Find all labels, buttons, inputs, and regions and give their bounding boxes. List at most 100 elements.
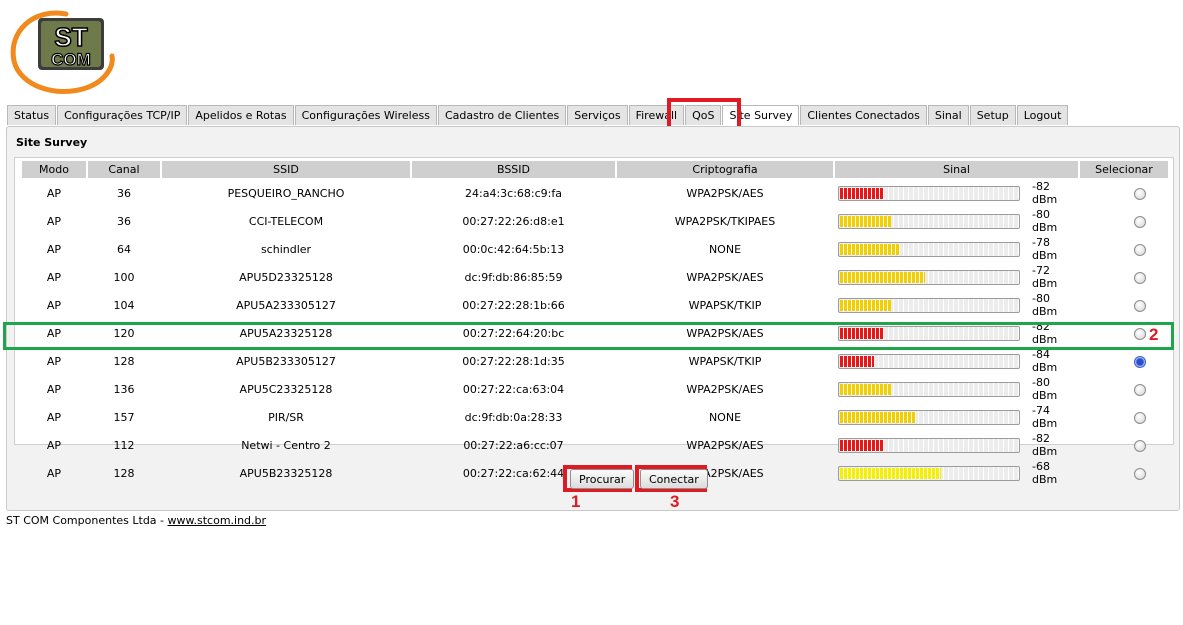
signal-bar-fill [840, 215, 891, 227]
cell-bssid: 00:27:22:28:1b:66 [462, 298, 565, 312]
tab-sinal[interactable]: Sinal [927, 105, 969, 125]
table-row: AP 36 PESQUEIRO_RANCHO 24:a4:3c:68:c9:fa WPA… [22, 180, 1168, 206]
cell-ssid: CCI-TELECOM [248, 214, 324, 228]
cell-canal: 64 [117, 242, 131, 256]
conectar-button[interactable]: Conectar [640, 469, 708, 489]
tab-cadastro-clientes[interactable]: Cadastro de Clientes [437, 105, 567, 125]
tab-setup[interactable]: Setup [969, 105, 1016, 125]
select-radio[interactable] [1134, 439, 1146, 452]
cell-canal: 100 [113, 270, 135, 284]
cell-modo: AP [46, 298, 62, 312]
signal-bar-fill [840, 355, 875, 367]
signal-bar [838, 213, 1021, 229]
select-radio[interactable] [1134, 187, 1146, 200]
table-row: AP 128 APU5B233305127 00:27:22:28:1d:35 WPAP… [22, 348, 1168, 374]
signal-dbm: -82 dBm [1032, 432, 1058, 458]
cell-sinal: -74 dBm [835, 404, 1078, 430]
cell-cripto: WPAPSK/TKIP [688, 298, 762, 312]
footer-link[interactable]: www.stcom.ind.br [168, 514, 267, 527]
table-row: AP 36 CCI-TELECOM 00:27:22:26:d8:e1 WPA2PSK/… [22, 208, 1168, 234]
tab-config-tcpip[interactable]: Configurações TCP/IP [57, 105, 188, 125]
select-radio[interactable] [1134, 215, 1146, 228]
header-criptografia: Criptografia [617, 161, 833, 178]
cell-selecionar [1080, 432, 1168, 458]
signal-bar [838, 353, 1021, 369]
select-radio[interactable] [1134, 411, 1146, 424]
tab-clientes-conectados[interactable]: Clientes Conectados [800, 105, 927, 125]
select-radio[interactable] [1134, 355, 1146, 368]
cell-modo: AP [46, 466, 62, 480]
select-radio[interactable] [1134, 383, 1146, 396]
signal-dbm: -72 dBm [1032, 264, 1058, 290]
cell-cripto: WPA2PSK/AES [686, 186, 764, 200]
signal-bar-fill [840, 243, 900, 255]
cell-selecionar [1080, 348, 1168, 374]
signal-bar [838, 437, 1021, 453]
cell-modo: AP [46, 354, 62, 368]
signal-dbm: -80 dBm [1032, 292, 1058, 318]
signal-dbm: -74 dBm [1032, 404, 1058, 430]
footer-company: ST COM Componentes Ltda - [6, 514, 168, 527]
header-modo: Modo [22, 161, 86, 178]
cell-ssid: APU5B23325128 [239, 466, 333, 480]
cell-ssid: schindler [260, 242, 312, 256]
select-radio[interactable] [1134, 243, 1146, 256]
cell-bssid: 00:27:22:ca:63:04 [462, 382, 565, 396]
cell-ssid: APU5A233305127 [236, 298, 336, 312]
table-row: AP 104 APU5A233305127 00:27:22:28:1b:66 WPAP… [22, 292, 1168, 318]
signal-dbm: -80 dBm [1032, 208, 1058, 234]
cell-sinal: -68 dBm [835, 460, 1078, 486]
select-radio[interactable] [1134, 271, 1146, 284]
annotation-3: 3 [670, 492, 680, 511]
tab-apelidos-rotas[interactable]: Apelidos e Rotas [188, 105, 294, 125]
signal-bar [838, 269, 1021, 285]
cell-sinal: -82 dBm [835, 432, 1078, 458]
annotation-2: 2 [1149, 325, 1159, 344]
cell-canal: 136 [113, 382, 135, 396]
signal-bar-fill [840, 271, 926, 283]
table-row: AP 112 Netwi - Centro 2 00:27:22:a6:cc:07 WP… [22, 432, 1168, 458]
cell-selecionar [1080, 376, 1168, 402]
tab-status[interactable]: Status [7, 105, 57, 125]
cell-bssid: 00:27:22:26:d8:e1 [462, 214, 565, 228]
signal-bar [838, 409, 1021, 425]
signal-bar-fill [840, 187, 884, 199]
site-survey-panel: Site Survey Modo Canal SSID BSSID Cripto… [6, 126, 1180, 511]
signal-bar [838, 241, 1021, 257]
cell-sinal: -80 dBm [835, 376, 1078, 402]
cell-bssid: 00:27:22:28:1d:35 [462, 354, 565, 368]
signal-bar [838, 297, 1021, 313]
procurar-button[interactable]: Procurar [570, 469, 635, 489]
cell-ssid: PESQUEIRO_RANCHO [227, 186, 345, 200]
signal-dbm: -68 dBm [1032, 460, 1058, 486]
cell-selecionar [1080, 460, 1168, 486]
cell-cripto: NONE [708, 242, 742, 256]
tab-logout[interactable]: Logout [1016, 105, 1069, 125]
cell-ssid: Netwi - Centro 2 [241, 438, 331, 452]
cell-selecionar [1080, 180, 1168, 206]
cell-canal: 104 [113, 298, 135, 312]
cell-cripto: WPAPSK/TKIP [688, 354, 762, 368]
cell-sinal: -80 dBm [835, 292, 1078, 318]
cell-bssid: 00:27:22:a6:cc:07 [463, 438, 564, 452]
tab-servicos[interactable]: Serviços [567, 105, 628, 125]
cell-canal: 36 [117, 214, 131, 228]
cell-selecionar [1080, 264, 1168, 290]
select-radio[interactable] [1134, 467, 1146, 480]
signal-bar-fill [840, 467, 942, 479]
cell-bssid: dc:9f:db:0a:28:33 [464, 410, 563, 424]
cell-modo: AP [46, 214, 62, 228]
cell-selecionar [1080, 236, 1168, 262]
header-bssid: BSSID [412, 161, 615, 178]
cell-sinal: -78 dBm [835, 236, 1078, 262]
cell-canal: 36 [117, 186, 131, 200]
signal-bar-fill [840, 411, 917, 423]
header-sinal: Sinal [835, 161, 1078, 178]
tab-config-wireless[interactable]: Configurações Wireless [294, 105, 437, 125]
cell-selecionar [1080, 404, 1168, 430]
annotation-1: 1 [571, 492, 581, 511]
cell-cripto: WPA2PSK/AES [686, 270, 764, 284]
select-radio[interactable] [1134, 299, 1146, 312]
cell-cripto: NONE [708, 410, 742, 424]
table-row: AP 157 PIR/SR dc:9f:db:0a:28:33 NONE -74 dBm [22, 404, 1168, 430]
